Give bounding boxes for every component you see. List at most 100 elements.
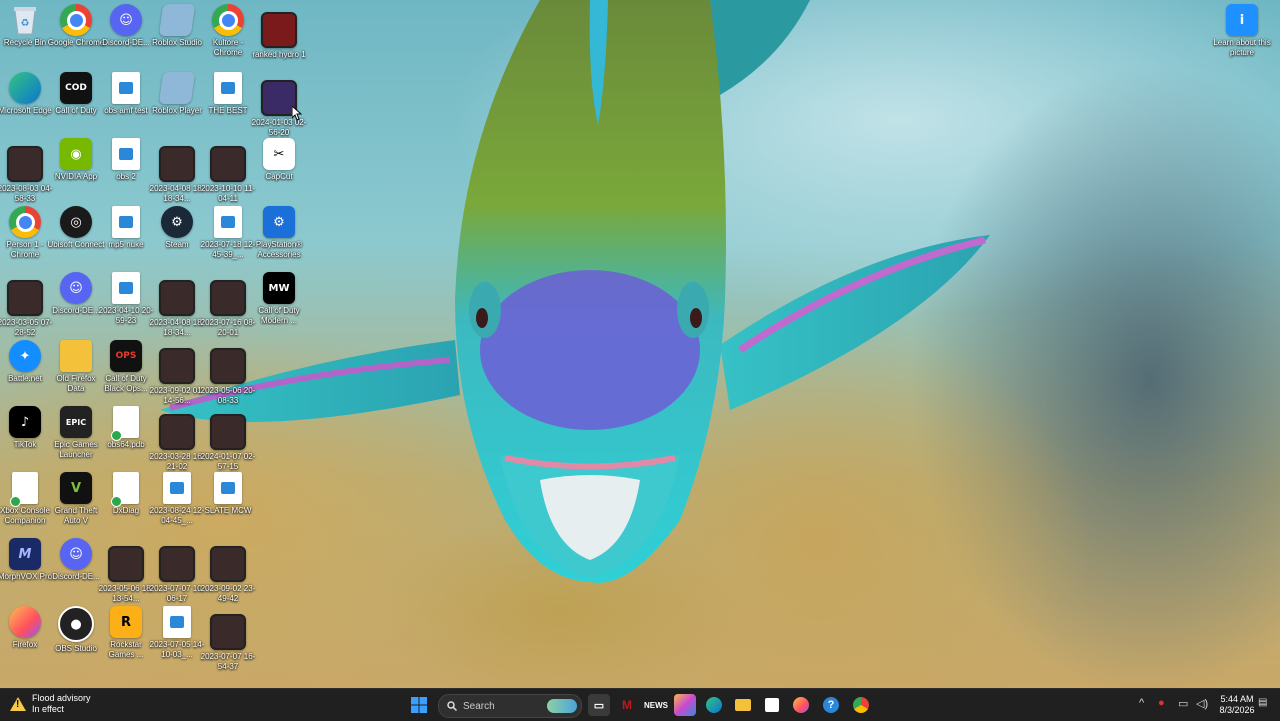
- desktop-icon-mp5-nuke[interactable]: mp5 nuke: [101, 206, 151, 250]
- desktop-icon-morphvox-pro[interactable]: M MorphVOX Pro: [0, 538, 52, 582]
- desktop-icon-label: 2023-03-28 16-21-02: [149, 452, 205, 471]
- desktop-icon-playstation-accessories[interactable]: ⚙ PlayStation® Accessories: [254, 206, 304, 260]
- desktop-icon-video[interactable]: 2023-09-02 23-49-42: [201, 546, 255, 604]
- folder-icon: [60, 340, 92, 372]
- desktop-icon-steam[interactable]: ⚙ Steam: [152, 206, 202, 250]
- mouse-cursor: [292, 106, 302, 121]
- desktop-icon-video[interactable]: 2023-04-10 20-59-23: [99, 272, 153, 326]
- roblox-studio-icon: [158, 4, 196, 36]
- start-button[interactable]: [408, 694, 430, 716]
- file-explorer-button[interactable]: [732, 694, 754, 716]
- desktop-icon-tiktok[interactable]: ♪ TikTok: [0, 406, 50, 450]
- desktop-icon-capcut[interactable]: ✂ CapCut: [254, 138, 304, 182]
- task-view-button[interactable]: ▭: [588, 694, 610, 716]
- desktop-icon-epic-games-launcher[interactable]: EPIC Epic Games Launcher: [51, 406, 101, 460]
- desktop-icon-obs-amf-test[interactable]: obs amf test: [101, 72, 151, 116]
- desktop-icon-label: Steam: [165, 240, 189, 249]
- desktop-icon-battle-net[interactable]: ✦ Battle.net: [0, 340, 50, 384]
- desktop-icon-label: 2023-07-07 16-54-37: [200, 652, 256, 671]
- desktop-icon-the-best[interactable]: THE BEST: [203, 72, 253, 116]
- desktop-icon-roblox-studio[interactable]: Roblox Studio: [152, 4, 202, 48]
- desktop-icon-video[interactable]: 2023-07-07 10-06-17: [150, 546, 204, 604]
- desktop-icon-nvidia-app[interactable]: ◉ NVIDIA App: [51, 138, 101, 182]
- desktop-icon-video[interactable]: 2023-03-05 07-28-52: [0, 280, 52, 338]
- learn-about-picture[interactable]: i Learn about this picture: [1212, 4, 1272, 58]
- chrome-icon: [9, 206, 41, 238]
- weather-widget[interactable]: ! Flood advisory In effect: [10, 693, 91, 715]
- desktop-icon-label: Microsoft Edge: [0, 106, 52, 115]
- search-box[interactable]: Search: [438, 694, 582, 718]
- store-button[interactable]: [761, 694, 783, 716]
- desktop-icon-obs-2[interactable]: obs 2: [101, 138, 151, 182]
- video-thumbnail-icon: [7, 280, 43, 316]
- desktop-icon-recycle-bin[interactable]: ♻ Recycle Bin: [0, 4, 50, 48]
- file-icon: [10, 472, 38, 507]
- clock[interactable]: 5:44 AM 8/3/2026: [1212, 694, 1262, 716]
- firefox-taskbar-button[interactable]: [790, 694, 812, 716]
- desktop-icon-label: Call of Duty Black Ops...: [104, 374, 148, 393]
- desktop-icon-label: 2023-09-02 01-14-56...: [149, 386, 205, 405]
- desktop-icon-obs64-pdb[interactable]: obs64.pdb: [101, 406, 151, 450]
- video-file-icon: [214, 72, 242, 104]
- desktop-icon-rockstar-games[interactable]: R Rockstar Games ...: [101, 606, 151, 660]
- edge-taskbar-button[interactable]: [703, 694, 725, 716]
- desktop-icon-video[interactable]: 2023-04-08 18-18-34...: [150, 280, 204, 338]
- desktop-icon-slate-mcw[interactable]: SLATE MCW: [203, 472, 253, 516]
- desktop-icon-label: Person 1 - Chrome: [6, 240, 44, 259]
- desktop-icon-firefox[interactable]: Firefox: [0, 606, 50, 650]
- desktop-icon-video[interactable]: 2024-01-07 02-57-15: [201, 414, 255, 472]
- mcafee-button[interactable]: M: [616, 694, 638, 716]
- desktop-icon-obs-studio[interactable]: ● OBS Studio: [51, 606, 101, 654]
- chrome-taskbar-button[interactable]: [850, 694, 872, 716]
- desktop-icon-ubisoft-connect[interactable]: ◎ Ubisoft Connect: [48, 206, 104, 250]
- antivirus-icon[interactable]: ●: [1158, 697, 1165, 709]
- morphvox-icon: M: [9, 538, 41, 570]
- volume-icon[interactable]: ◁): [1196, 697, 1208, 710]
- desktop-icon-video[interactable]: 2023-07-07 16-54-37: [201, 614, 255, 672]
- desktop-icon-video[interactable]: 2023-07-16 08-20-01: [201, 280, 255, 338]
- news-button[interactable]: NEWS: [644, 694, 668, 716]
- desktop-icon-video[interactable]: 2023-05-06 18-13-54...: [99, 546, 153, 604]
- ubisoft-icon: ◎: [60, 206, 92, 238]
- desktop-icon-discord[interactable]: ☺ Discord-DE...: [51, 538, 101, 582]
- desktop-icon-cod-modern-warfare[interactable]: MW Call of Duty Modern ...: [254, 272, 304, 326]
- desktop-icon-label: ranked hydro 1: [252, 50, 306, 59]
- desktop-icon-discord[interactable]: ☺ Discord-DE...: [101, 4, 151, 48]
- desktop-icon-roblox-player[interactable]: Roblox Player: [152, 72, 202, 116]
- desktop-icon-video[interactable]: 2023-07-05 14-10-03_...: [150, 606, 204, 660]
- desktop-icon-dxdiag[interactable]: DxDiag: [101, 472, 151, 516]
- desktop-icon-video[interactable]: 2023-04-08 18-18-34...: [150, 146, 204, 204]
- desktop-icon-video[interactable]: 2023-05-06 20-08-33: [201, 348, 255, 406]
- desktop-icon-call-of-duty[interactable]: COD Call of Duty: [51, 72, 101, 116]
- desktop-icon-ranked-hydro[interactable]: ranked hydro 1: [252, 12, 306, 60]
- notification-icon[interactable]: ▤: [1258, 697, 1267, 708]
- desktop-icon-label: MorphVOX Pro: [0, 572, 53, 581]
- desktop-icon-gta-v[interactable]: V Grand Theft Auto V: [51, 472, 101, 526]
- steam-icon: ⚙: [161, 206, 193, 238]
- desktop-icon-kultore-chrome[interactable]: Kultore - Chrome: [203, 4, 253, 58]
- video-thumbnail-icon: [159, 146, 195, 182]
- desktop-icon-microsoft-edge[interactable]: Microsoft Edge: [0, 72, 52, 116]
- desktop-icon-video[interactable]: 2023-09-02 01-14-56...: [150, 348, 204, 406]
- desktop-icon-black-ops[interactable]: OPS Call of Duty Black Ops...: [101, 340, 151, 394]
- help-button[interactable]: ?: [820, 694, 842, 716]
- video-thumbnail-icon: [210, 280, 246, 316]
- chevron-up-icon[interactable]: ^: [1139, 697, 1144, 709]
- desktop-icon-xbox-console-companion[interactable]: Xbox Console Companion: [0, 472, 50, 526]
- desktop-icon-video[interactable]: 2023-10-10 11-04-11: [201, 146, 255, 204]
- desktop-icon-google-chrome[interactable]: Google Chrome: [48, 4, 104, 48]
- desktop-icon-video[interactable]: 2023-03-28 16-21-02: [150, 414, 204, 472]
- desktop-icon-old-firefox-data[interactable]: Old Firefox Data: [51, 340, 101, 394]
- desktop-icon-video[interactable]: 2023-08-24 12-04-45_...: [150, 472, 204, 526]
- desktop-icon-video[interactable]: 2023-07-18 12-45-39_...: [201, 206, 255, 260]
- learn-about-picture-label: Learn about this picture: [1213, 38, 1271, 57]
- video-thumbnail-icon: [210, 146, 246, 182]
- video-thumbnail-icon: [210, 414, 246, 450]
- desktop-icon-discord[interactable]: ☺ Discord-DE...: [51, 272, 101, 316]
- copilot-button[interactable]: [674, 694, 696, 716]
- desktop-icon-person-1-chrome[interactable]: Person 1 - Chrome: [0, 206, 50, 260]
- network-icon[interactable]: ▭: [1178, 697, 1188, 710]
- clock-date: 8/3/2026: [1219, 705, 1255, 715]
- desktop-icon-video[interactable]: 2023-08-03 04-58-33: [0, 146, 52, 204]
- obs-icon: ●: [58, 606, 94, 642]
